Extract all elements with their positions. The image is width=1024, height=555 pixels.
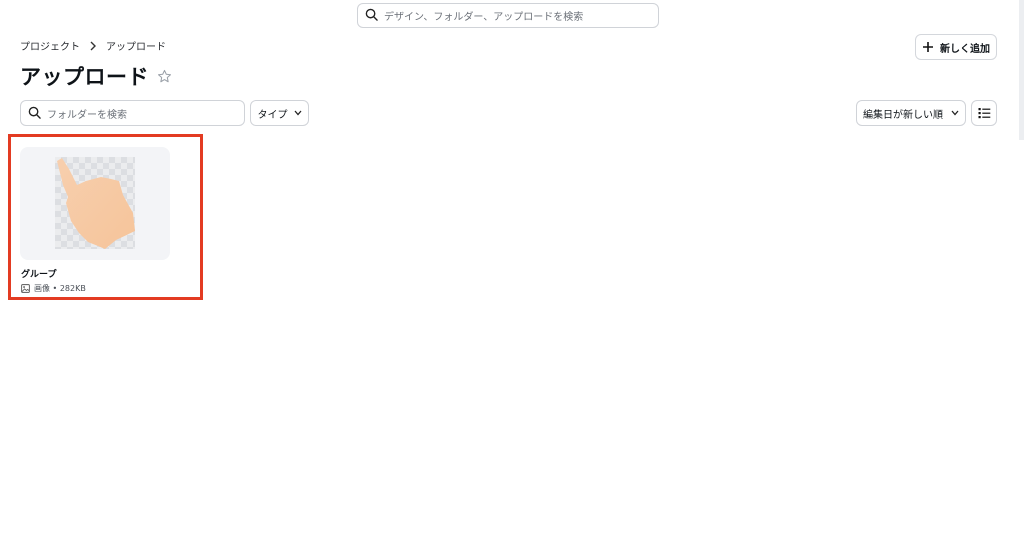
type-filter-dropdown[interactable]: タイプ (250, 100, 309, 126)
chevron-down-icon (294, 110, 302, 116)
page-title: アップロード (20, 61, 172, 91)
file-thumbnail[interactable] (20, 147, 170, 260)
plus-icon (922, 41, 934, 53)
search-icon (28, 104, 41, 123)
meta-separator: • (50, 284, 60, 293)
global-search-placeholder: デザイン、フォルダー、アップロードを検索 (384, 12, 584, 23)
breadcrumb-projects-link[interactable]: プロジェクト (20, 38, 80, 53)
add-new-button[interactable]: 新しく追加 (915, 34, 997, 60)
scrollbar[interactable] (1019, 0, 1024, 140)
folder-search-input[interactable]: フォルダーを検索 (20, 100, 245, 126)
add-new-label: 新しく追加 (940, 43, 990, 55)
global-search-input[interactable]: デザイン、フォルダー、アップロードを検索 (357, 3, 659, 28)
sort-label: 編集日が新しい順 (863, 109, 943, 121)
list-view-icon (978, 104, 991, 123)
file-size: 282KB (59, 284, 86, 293)
image-icon (21, 284, 30, 293)
breadcrumb: プロジェクト アップロード (20, 38, 166, 53)
folder-search-placeholder: フォルダーを検索 (47, 109, 127, 121)
top-bar: デザイン、フォルダー、アップロードを検索 (0, 0, 1020, 34)
chevron-down-icon (951, 110, 959, 116)
file-name[interactable]: グループ (21, 267, 56, 280)
file-meta: 画像 • 282KB (21, 283, 86, 294)
sort-dropdown[interactable]: 編集日が新しい順 (856, 100, 966, 126)
file-type: 画像 (34, 284, 50, 293)
breadcrumb-current: アップロード (106, 42, 166, 53)
search-icon (365, 6, 378, 25)
chevron-right-icon (89, 41, 97, 51)
page-title-text: アップロード (20, 65, 149, 89)
type-filter-label: タイプ (257, 109, 288, 121)
hand-pointer-image (57, 158, 135, 249)
star-outline-icon[interactable] (157, 69, 172, 84)
file-card[interactable]: グループ 画像 • 282KB (20, 147, 170, 293)
list-view-toggle[interactable] (971, 100, 997, 126)
